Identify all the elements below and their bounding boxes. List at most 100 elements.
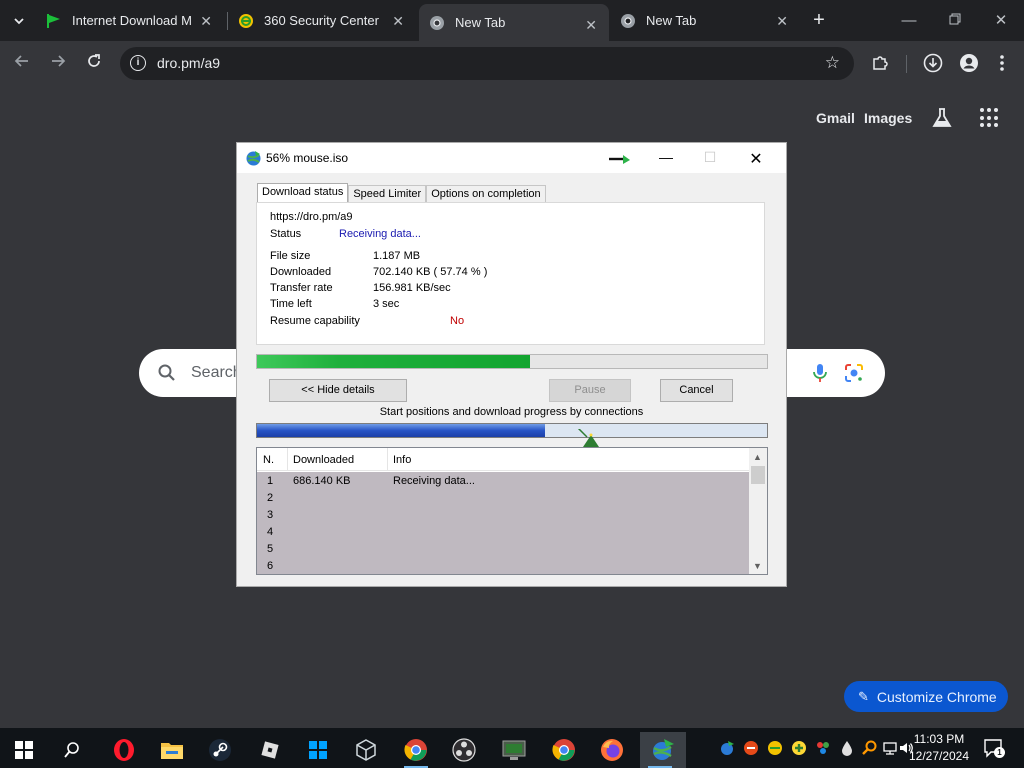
taskbar-app-monitor[interactable] bbox=[494, 732, 534, 768]
download-url: https://dro.pm/a9 bbox=[270, 211, 353, 223]
tab-idm[interactable]: Internet Download Ma ✕ bbox=[36, 0, 224, 41]
extensions-button[interactable] bbox=[868, 51, 892, 75]
column-header-info[interactable]: Info bbox=[393, 454, 411, 466]
google-apps-icon[interactable] bbox=[980, 108, 1000, 128]
avatar-icon bbox=[960, 54, 978, 72]
close-icon[interactable]: ✕ bbox=[776, 13, 788, 30]
time-left-label: Time left bbox=[270, 298, 312, 310]
hide-details-button[interactable]: << Hide details bbox=[269, 379, 407, 402]
close-icon[interactable]: ✕ bbox=[200, 13, 212, 30]
images-link[interactable]: Images bbox=[864, 110, 912, 126]
cell-n: 1 bbox=[267, 475, 274, 487]
site-info-icon[interactable]: i bbox=[130, 55, 146, 71]
table-row[interactable]: 2 bbox=[257, 489, 749, 506]
resume-capability-label: Resume capability bbox=[270, 315, 360, 327]
google-lens-icon[interactable] bbox=[843, 362, 865, 384]
microphone-icon[interactable] bbox=[809, 362, 831, 384]
tab-new-tab-active[interactable]: New Tab ✕ bbox=[419, 4, 609, 41]
scroll-down-icon[interactable]: ▼ bbox=[753, 561, 762, 571]
taskbar-chrome[interactable] bbox=[396, 732, 436, 768]
tab-new-tab[interactable]: New Tab ✕ bbox=[610, 0, 800, 41]
downloads-button[interactable] bbox=[921, 51, 945, 75]
idm-titlebar[interactable]: 56% mouse.iso — ☐ ✕ bbox=[237, 143, 786, 173]
chrome-menu-button[interactable] bbox=[990, 51, 1014, 75]
360-security-icon bbox=[238, 13, 254, 29]
network-icon[interactable] bbox=[882, 740, 898, 756]
notification-center-icon[interactable]: 1 bbox=[983, 738, 1005, 758]
idm-dialog-title: 56% mouse.iso bbox=[266, 151, 349, 165]
start-button[interactable] bbox=[4, 732, 44, 768]
system-clock[interactable]: 11:03 PM 12/27/2024 bbox=[906, 731, 972, 765]
table-scrollbar[interactable]: ▲ ▼ bbox=[749, 448, 767, 574]
gmail-link[interactable]: Gmail bbox=[816, 110, 855, 126]
arrow-left-icon bbox=[14, 55, 28, 67]
table-row[interactable]: 1 686.140 KB Receiving data... bbox=[257, 472, 749, 489]
reload-button[interactable] bbox=[82, 51, 106, 75]
table-row[interactable]: 3 bbox=[257, 506, 749, 523]
forward-button[interactable] bbox=[46, 51, 70, 75]
close-icon[interactable]: ✕ bbox=[585, 17, 597, 34]
column-header-n[interactable]: N. bbox=[263, 454, 274, 466]
taskbar-roblox-studio[interactable] bbox=[298, 732, 338, 768]
scrollbar-thumb[interactable] bbox=[751, 466, 765, 484]
cell-n: 4 bbox=[267, 526, 274, 538]
tray-360-icon[interactable] bbox=[767, 740, 783, 756]
taskbar-opera[interactable] bbox=[104, 732, 144, 768]
status-label: Status bbox=[270, 228, 302, 240]
tray-app-icon[interactable] bbox=[743, 740, 759, 756]
profile-button[interactable] bbox=[957, 51, 981, 75]
clock-date: 12/27/2024 bbox=[908, 749, 970, 763]
back-button[interactable] bbox=[10, 51, 34, 75]
search-icon bbox=[158, 364, 175, 381]
search-placeholder[interactable]: Search bbox=[191, 364, 242, 382]
bookmark-star-icon[interactable]: ☆ bbox=[825, 53, 840, 73]
tray-drop-icon[interactable] bbox=[839, 740, 855, 756]
taskbar-virtualbox[interactable] bbox=[346, 732, 386, 768]
tab-title: New Tab bbox=[455, 15, 506, 30]
taskbar-steam[interactable] bbox=[200, 732, 240, 768]
taskbar-firefox[interactable] bbox=[592, 732, 632, 768]
idm-close-button[interactable]: ✕ bbox=[741, 149, 771, 168]
chrome-icon bbox=[620, 13, 636, 29]
close-icon[interactable]: ✕ bbox=[392, 13, 404, 30]
tab-360-security[interactable]: 360 Security Center ✕ bbox=[228, 0, 416, 41]
tray-plus-icon[interactable] bbox=[791, 740, 807, 756]
scroll-up-icon[interactable]: ▲ bbox=[753, 452, 762, 462]
taskbar-search-button[interactable] bbox=[52, 732, 92, 768]
labs-flask-icon[interactable] bbox=[930, 106, 954, 130]
tab-title: Internet Download Ma bbox=[72, 13, 192, 28]
taskbar-file-explorer[interactable] bbox=[152, 732, 192, 768]
taskbar-chrome-2[interactable] bbox=[544, 732, 584, 768]
idm-minimize-button[interactable]: — bbox=[651, 149, 681, 167]
chevron-down-icon bbox=[14, 18, 24, 25]
puzzle-icon bbox=[873, 56, 888, 70]
tab-search-button[interactable] bbox=[6, 8, 32, 34]
tab-download-status[interactable]: Download status bbox=[257, 183, 349, 204]
restore-button[interactable] bbox=[940, 8, 970, 34]
taskbar-obs[interactable] bbox=[444, 732, 484, 768]
customize-chrome-button[interactable]: ✎ Customize Chrome bbox=[844, 681, 1008, 712]
pause-button[interactable]: Pause bbox=[549, 379, 631, 402]
tab-strip: Internet Download Ma ✕ 360 Security Cent… bbox=[0, 0, 1024, 41]
table-row[interactable]: 6 bbox=[257, 557, 749, 574]
close-window-button[interactable]: ✕ bbox=[986, 8, 1016, 34]
column-header-downloaded[interactable]: Downloaded bbox=[293, 454, 354, 466]
tray-network-tools-icon[interactable] bbox=[815, 740, 831, 756]
table-row[interactable]: 4 bbox=[257, 523, 749, 540]
new-tab-button[interactable]: + bbox=[808, 10, 830, 32]
minimize-button[interactable]: — bbox=[894, 8, 924, 34]
connections-table: N. Downloaded Info 1 686.140 KB Receivin… bbox=[256, 447, 768, 575]
address-url[interactable]: dro.pm/a9 bbox=[157, 55, 220, 71]
tray-idm-icon[interactable] bbox=[719, 740, 735, 756]
idm-maximize-button: ☐ bbox=[703, 149, 717, 165]
cancel-button[interactable]: Cancel bbox=[660, 379, 733, 402]
cell-n: 5 bbox=[267, 543, 274, 555]
tray-search-tool-icon[interactable] bbox=[861, 740, 877, 756]
taskbar-roblox[interactable] bbox=[250, 732, 290, 768]
taskbar-idm[interactable] bbox=[640, 732, 686, 768]
downloaded-label: Downloaded bbox=[270, 266, 332, 278]
idm-flag-icon bbox=[46, 13, 62, 29]
table-row[interactable]: 5 bbox=[257, 540, 749, 557]
address-bar[interactable]: i dro.pm/a9 ☆ bbox=[120, 47, 854, 80]
resume-capability-value: No bbox=[450, 315, 465, 327]
